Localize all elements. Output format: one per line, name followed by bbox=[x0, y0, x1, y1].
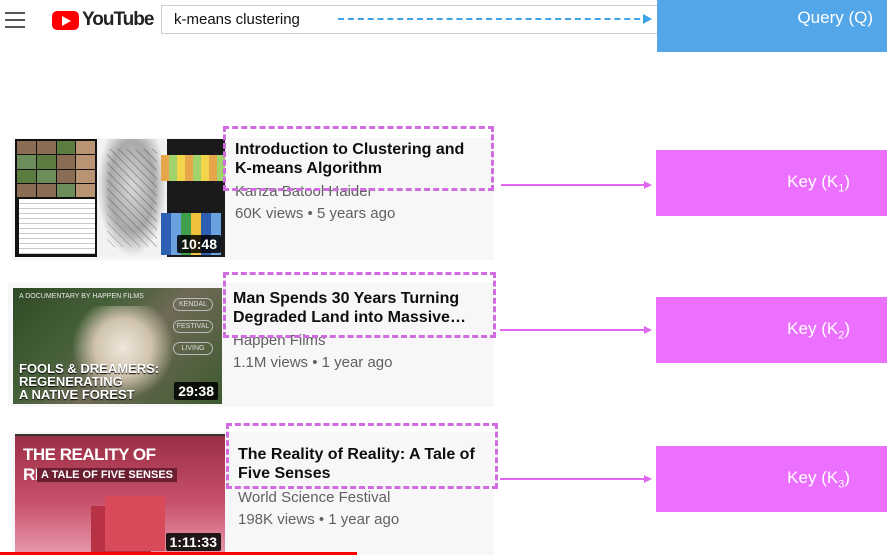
thumbnail-cube-shape bbox=[105, 496, 165, 551]
video-meta: 60K views • 5 years ago bbox=[235, 205, 396, 222]
video-duration: 1:11:33 bbox=[165, 533, 221, 551]
key-label: Key (K1) bbox=[787, 171, 850, 195]
key-arrow bbox=[501, 181, 652, 189]
festival-laurel: LIVING bbox=[173, 342, 213, 355]
key-label: Key (K2) bbox=[787, 318, 850, 342]
key-arrow bbox=[500, 326, 652, 334]
query-label: Query (Q) bbox=[797, 8, 873, 27]
festival-laurel: KENDAL bbox=[173, 298, 213, 311]
thumbnail-face-grid bbox=[17, 141, 95, 197]
search-input[interactable]: k-means clustering bbox=[161, 5, 658, 34]
title-highlight-box bbox=[226, 423, 498, 489]
logo-text: YouTube bbox=[82, 9, 154, 30]
query-box: Query (Q) bbox=[657, 0, 887, 52]
thumbnail-subtitle: A TALE OF FIVE SENSES bbox=[37, 468, 178, 482]
youtube-logo[interactable]: YouTube bbox=[52, 9, 154, 31]
channel-name[interactable]: World Science Festival bbox=[238, 489, 390, 506]
thumbnail-face-mesh bbox=[97, 139, 167, 257]
query-arrow bbox=[338, 14, 652, 24]
title-highlight-box bbox=[223, 272, 496, 338]
key-box: Key (K1) bbox=[656, 150, 887, 216]
video-duration: 29:38 bbox=[174, 382, 218, 400]
thumbnail-title: FOOLS & DREAMERS: REGENERATING A NATIVE … bbox=[19, 361, 160, 402]
video-thumbnail[interactable]: 10:48 bbox=[15, 139, 225, 257]
video-meta: 1.1M views • 1 year ago bbox=[233, 354, 393, 371]
youtube-play-icon bbox=[52, 10, 79, 30]
video-thumbnail[interactable]: THE REALITY OF REALITY: A TALE OF FIVE S… bbox=[15, 434, 225, 555]
video-meta: 198K views • 1 year ago bbox=[238, 511, 400, 528]
video-thumbnail[interactable]: A DOCUMENTARY BY HAPPEN FILMS KENDAL FES… bbox=[13, 288, 222, 404]
thumbnail-caption: A DOCUMENTARY BY HAPPEN FILMS bbox=[19, 293, 144, 300]
key-arrow bbox=[500, 475, 652, 483]
title-highlight-box bbox=[223, 126, 494, 191]
thumbnail-color-strip bbox=[161, 155, 225, 181]
festival-laurel: FESTIVAL bbox=[173, 320, 213, 333]
key-label: Key (K3) bbox=[787, 467, 850, 491]
video-duration: 10:48 bbox=[177, 235, 221, 253]
thumbnail-data-table bbox=[19, 199, 95, 254]
search-query-text: k-means clustering bbox=[174, 11, 300, 28]
key-box: Key (K2) bbox=[656, 297, 887, 363]
key-box: Key (K3) bbox=[656, 446, 887, 512]
hamburger-menu-icon[interactable] bbox=[5, 12, 25, 28]
